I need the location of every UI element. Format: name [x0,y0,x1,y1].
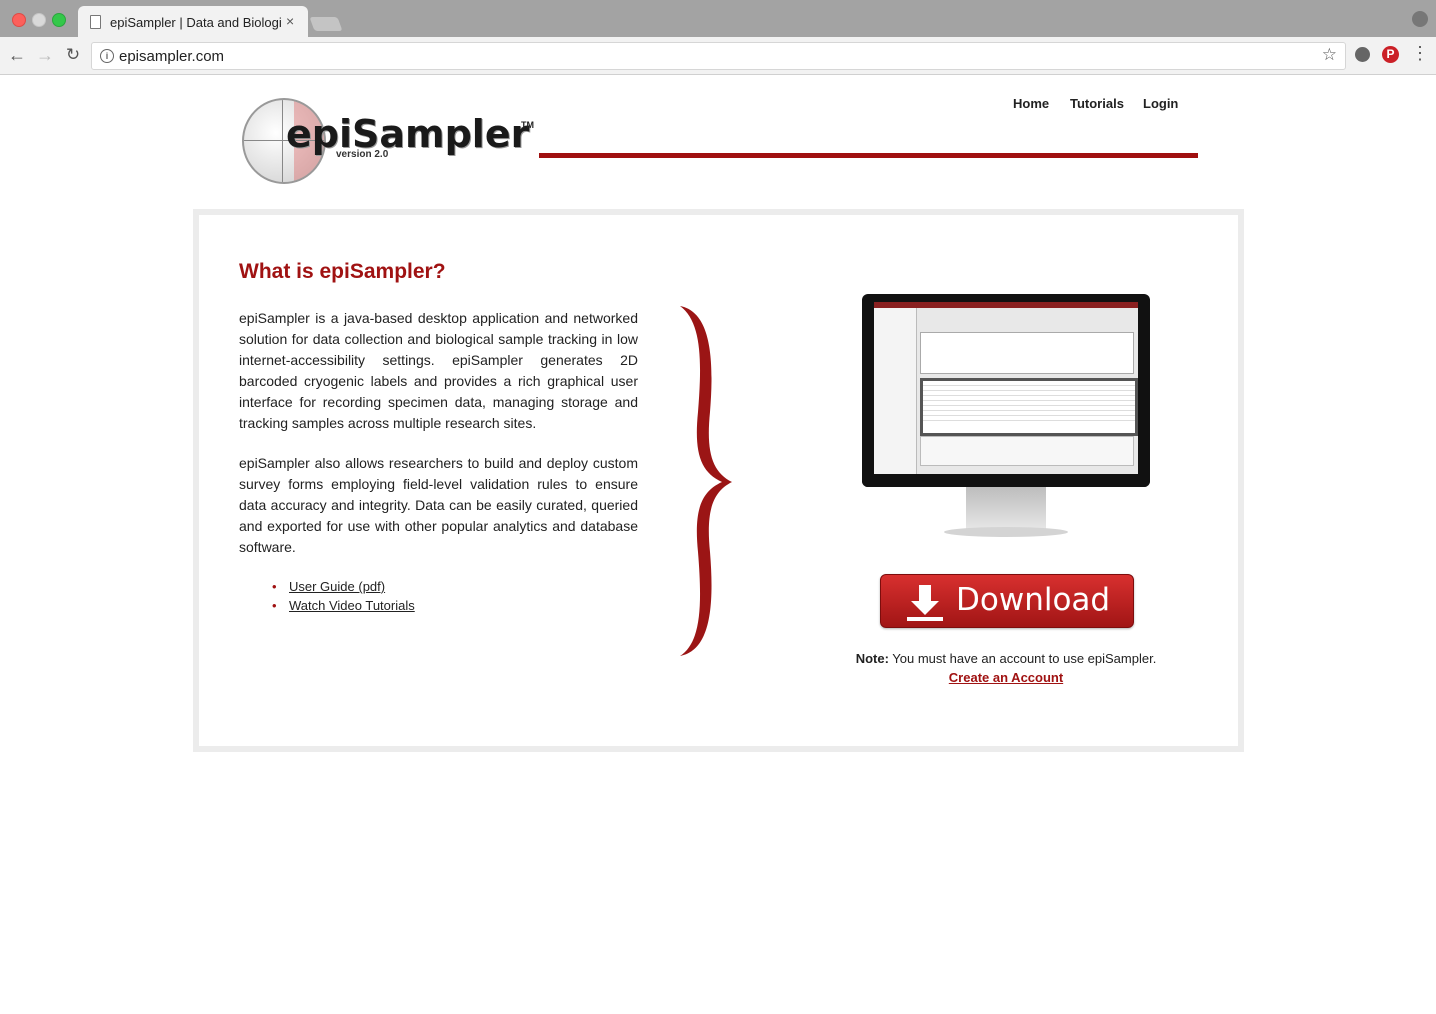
list-item: • Watch Video Tutorials [272,596,415,615]
close-window-button[interactable] [12,13,26,27]
logo-wordmark: epiSampler [286,112,530,156]
browser-tab[interactable]: epiSampler | Data and Biologic × [78,6,308,37]
bookmark-star-icon[interactable]: ☆ [1322,45,1337,65]
browser-toolbar: ← → ↻ i episampler.com ☆ [0,37,1436,75]
note-text: You must have an account to use epiSampl… [888,651,1157,666]
list-item: • User Guide (pdf) [272,577,415,596]
browser-menu-icon[interactable]: ⋮ [1411,44,1429,62]
site-logo[interactable]: epiSampler TM version 2.0 [240,96,540,184]
nav-tutorials[interactable]: Tutorials [1070,96,1124,111]
app-screenshot-monitor [862,294,1150,546]
logo-trademark: TM [521,120,534,130]
nav-login[interactable]: Login [1143,96,1178,111]
logo-version: version 2.0 [336,149,389,160]
minimize-window-button[interactable] [32,13,46,27]
site-info-icon[interactable]: i [100,49,114,63]
download-arrow-icon [907,585,943,621]
page-title: What is epiSampler? [239,260,446,283]
browser-titlebar: epiSampler | Data and Biologic × [0,0,1436,37]
pinterest-icon[interactable]: P [1382,46,1399,63]
account-note: Note: You must have an account to use ep… [820,651,1192,666]
maximize-window-button[interactable] [52,13,66,27]
new-tab-button[interactable] [309,17,343,31]
app-screen-preview [874,302,1138,474]
video-tutorials-link[interactable]: Watch Video Tutorials [289,598,415,613]
intro-paragraph: epiSampler is a java-based desktop appli… [239,310,638,431]
page-icon [90,15,101,29]
download-label: Download [956,582,1111,618]
features-paragraph: epiSampler also allows researchers to bu… [239,455,638,555]
create-account: Create an Account [820,670,1192,685]
menu-dots-glyph: ⋮ [1411,43,1429,63]
create-account-link[interactable]: Create an Account [949,670,1063,685]
tab-close-icon[interactable]: × [286,13,294,29]
extension-icon[interactable] [1355,47,1370,62]
url-text[interactable]: episampler.com [119,48,224,65]
curly-brace-decoration [680,306,732,656]
nav-home[interactable]: Home [1013,96,1049,111]
user-guide-link[interactable]: User Guide (pdf) [289,579,385,594]
reload-icon[interactable]: ↻ [63,45,83,65]
bullet-icon: • [272,579,277,594]
note-label: Note: [855,651,889,666]
profile-icon[interactable] [1412,11,1428,27]
resource-links: • User Guide (pdf) • Watch Video Tutoria… [272,577,415,615]
address-bar[interactable]: i episampler.com ☆ [91,42,1346,70]
download-button[interactable]: Download [880,574,1134,628]
tab-title: epiSampler | Data and Biologic [110,15,282,30]
header-divider [539,153,1198,158]
forward-icon[interactable]: → [35,45,55,65]
back-icon[interactable]: ← [7,45,27,65]
bullet-icon: • [272,598,277,613]
